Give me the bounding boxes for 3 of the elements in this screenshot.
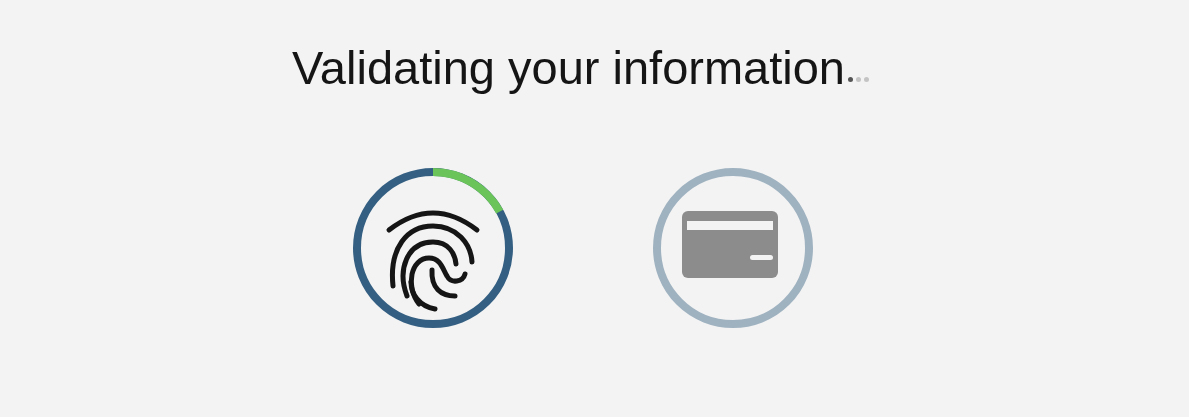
fingerprint-icon — [386, 210, 479, 312]
credit-card-icon — [681, 211, 778, 278]
page-title: Validating your information — [292, 40, 845, 96]
